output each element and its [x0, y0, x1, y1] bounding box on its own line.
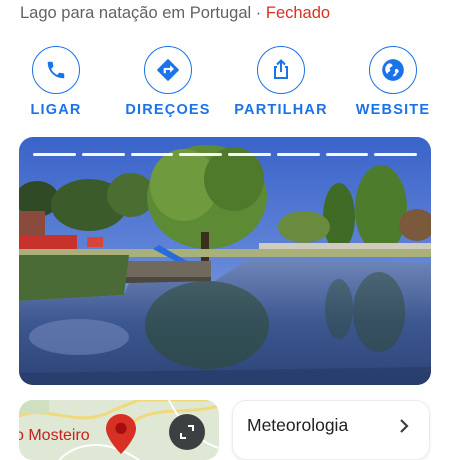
share-button[interactable]: PARTILHAR	[226, 46, 336, 118]
weather-title: Meteorologia	[247, 415, 349, 435]
lake-photo[interactable]	[19, 137, 431, 385]
separator: ·	[255, 4, 262, 22]
lake-photo-image	[19, 137, 431, 385]
expand-map-button[interactable]	[169, 414, 205, 450]
action-bar: LIGAR DIREÇOES PARTILHAR WEBSITE	[0, 46, 450, 126]
call-button[interactable]: LIGAR	[1, 46, 111, 118]
directions-button[interactable]: DIREÇOES	[113, 46, 223, 118]
share-label: PARTILHAR	[234, 102, 328, 118]
carousel-segment	[228, 153, 271, 156]
phone-icon	[47, 61, 65, 79]
map-pin-icon	[106, 414, 136, 454]
place-category: Lago para natação em Portugal	[20, 4, 252, 22]
call-label: LIGAR	[30, 102, 82, 118]
share-icon-circle	[257, 46, 305, 94]
carousel-segment	[179, 153, 222, 156]
share-icon	[274, 59, 288, 79]
carousel-segment	[81, 153, 125, 156]
directions-label: DIREÇOES	[125, 102, 211, 118]
carousel-segment	[325, 153, 369, 156]
directions-icon	[157, 59, 179, 81]
website-icon-circle	[369, 46, 417, 94]
globe-icon	[382, 59, 404, 81]
carousel-segment	[276, 153, 320, 156]
weather-card[interactable]: Meteorologia	[232, 400, 430, 460]
expand-icon	[180, 425, 194, 439]
photo-carousel-indicator	[33, 153, 417, 156]
carousel-segment	[374, 153, 417, 156]
chevron-right-icon	[400, 419, 409, 433]
carousel-segment	[130, 153, 174, 156]
map-preview-card[interactable]: o Mosteiro	[19, 400, 219, 460]
website-label: WEBSITE	[355, 102, 431, 118]
status-closed: Fechado	[265, 4, 331, 22]
directions-icon-circle	[144, 46, 192, 94]
place-subtitle: Lago para natação em Portugal · Fechado	[20, 4, 330, 23]
map-place-label: o Mosteiro	[19, 427, 90, 444]
call-icon-circle	[32, 46, 80, 94]
carousel-segment	[33, 153, 76, 156]
website-button[interactable]: WEBSITE	[338, 46, 448, 118]
